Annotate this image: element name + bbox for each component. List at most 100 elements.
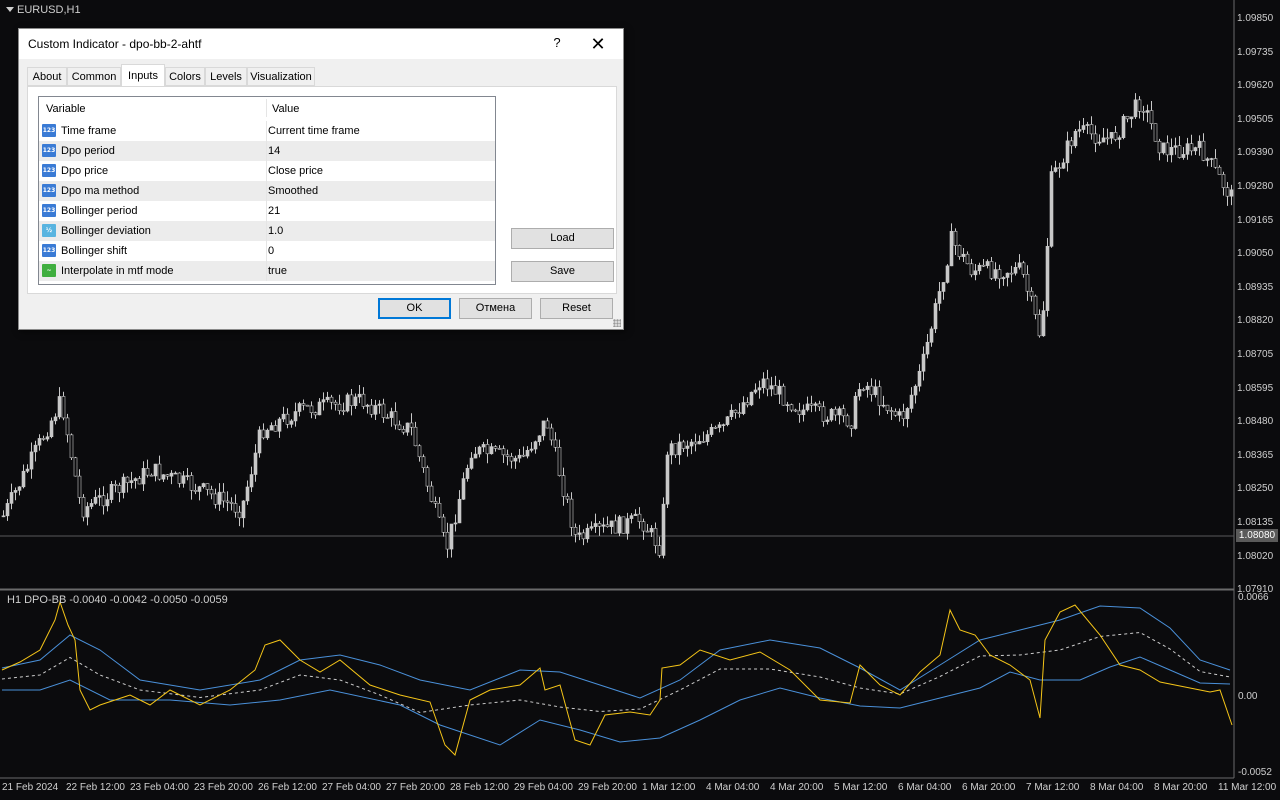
current-price-label: 1.08080 [1236, 529, 1278, 542]
tab-inputs[interactable]: Inputs [121, 64, 165, 87]
tab-about[interactable]: About [27, 67, 67, 86]
candle-body [573, 527, 578, 535]
candle-body [29, 451, 34, 470]
load-button[interactable]: Load [511, 228, 614, 249]
variable-name: Bollinger deviation [61, 225, 151, 237]
candle-body [405, 422, 410, 433]
price-tick-label: 1.08480 [1237, 416, 1274, 428]
candle-body [825, 419, 830, 422]
input-row[interactable]: 123 Dpo period 14 [39, 141, 495, 161]
candle-body [17, 486, 22, 491]
variable-value[interactable]: Smoothed [268, 185, 318, 197]
candle-body [169, 472, 174, 477]
input-row[interactable]: ½ Bollinger deviation 1.0 [39, 221, 495, 241]
candle-body [129, 480, 134, 483]
variable-value[interactable]: true [268, 265, 287, 277]
price-tick-label: 1.08935 [1237, 281, 1274, 293]
candle-body [465, 468, 470, 479]
candle-body [5, 503, 10, 517]
variable-name: Bollinger shift [61, 245, 128, 257]
candle-body [9, 492, 14, 504]
input-row[interactable]: 123 Dpo ma method Smoothed [39, 181, 495, 201]
save-button[interactable]: Save [511, 261, 614, 282]
candle-body [801, 409, 806, 416]
candle-body [849, 425, 854, 429]
header-variable[interactable]: Variable [46, 103, 86, 115]
candle-body [1121, 115, 1126, 138]
tab-common[interactable]: Common [67, 67, 121, 86]
candle-body [185, 475, 190, 477]
input-row[interactable]: 123 Dpo price Close price [39, 161, 495, 181]
chevron-down-icon[interactable] [6, 7, 14, 12]
candle-body [157, 463, 162, 480]
header-value[interactable]: Value [272, 103, 299, 115]
candle-body [685, 445, 690, 449]
candle-body [149, 474, 154, 477]
cancel-button[interactable]: Отмена [459, 298, 532, 319]
candle-body [1105, 137, 1110, 140]
candle-body [757, 387, 762, 391]
resize-grip-icon[interactable] [613, 319, 621, 327]
candle-body [37, 438, 42, 446]
candle-body [701, 441, 706, 443]
variable-name: Interpolate in mtf mode [61, 265, 174, 277]
candle-body [785, 404, 790, 406]
price-tick-label: 1.08820 [1237, 315, 1274, 327]
candle-body [13, 490, 18, 493]
close-button[interactable]: ✕ [587, 33, 609, 55]
candle-body [933, 303, 938, 330]
candle-body [1069, 140, 1074, 147]
candle-body [693, 441, 698, 445]
candle-body [141, 468, 146, 485]
input-row[interactable]: 123 Bollinger shift 0 [39, 241, 495, 261]
variable-value[interactable]: 21 [268, 205, 280, 217]
time-tick-label: 11 Mar 12:00 [1218, 782, 1277, 793]
candle-body [409, 422, 414, 428]
time-tick-label: 8 Mar 20:00 [1154, 782, 1208, 793]
tab-visualization[interactable]: Visualization [247, 67, 315, 86]
candle-body [1013, 266, 1018, 274]
candle-body [489, 446, 494, 455]
candle-body [1157, 140, 1162, 154]
symbol-label[interactable]: EURUSD,H1 [6, 4, 81, 16]
inputs-grid: Variable Value 123 Time frame Current time… [38, 96, 496, 285]
tab-levels[interactable]: Levels [205, 67, 247, 86]
candle-body [165, 474, 170, 477]
price-tick-label: 1.08595 [1237, 382, 1274, 394]
variable-value[interactable]: 0 [268, 245, 274, 257]
candle-body [49, 420, 54, 438]
candle-body [781, 385, 786, 406]
variable-value[interactable]: 14 [268, 145, 280, 157]
candle-body [345, 394, 350, 412]
candle-body [245, 486, 250, 502]
input-row[interactable]: 123 Bollinger period 21 [39, 201, 495, 221]
help-button[interactable]: ? [547, 33, 567, 53]
candle-body [793, 409, 798, 412]
candle-body [581, 532, 586, 540]
input-row[interactable]: 123 Time frame Current time frame [39, 121, 495, 141]
variable-value[interactable]: Close price [268, 165, 323, 177]
variable-value[interactable]: Current time frame [268, 125, 360, 137]
candle-body [333, 401, 338, 405]
candle-body [613, 520, 618, 534]
tab-colors[interactable]: Colors [165, 67, 205, 86]
candle-body [1229, 189, 1234, 197]
ok-button[interactable]: OK [378, 298, 451, 319]
candle-body [521, 454, 526, 457]
price-tick-label: 1.09165 [1237, 214, 1274, 226]
candle-body [529, 448, 534, 451]
candle-body [745, 402, 750, 406]
variable-value[interactable]: 1.0 [268, 225, 283, 237]
candle-body [545, 420, 550, 429]
indicator-tick-label: 0.00 [1238, 691, 1258, 702]
custom-indicator-dialog: Custom Indicator - dpo-bb-2-ahtf ? ✕ Abo… [18, 28, 624, 330]
candle-body [273, 425, 278, 432]
indicator-tick-label: -0.0052 [1238, 767, 1272, 778]
dialog-titlebar[interactable]: Custom Indicator - dpo-bb-2-ahtf ? ✕ [19, 29, 623, 59]
candle-body [309, 405, 314, 413]
candle-body [861, 389, 866, 391]
input-row[interactable]: ~ Interpolate in mtf mode true [39, 261, 495, 281]
reset-button[interactable]: Reset [540, 298, 613, 319]
candle-body [665, 454, 670, 505]
candle-body [53, 416, 58, 422]
